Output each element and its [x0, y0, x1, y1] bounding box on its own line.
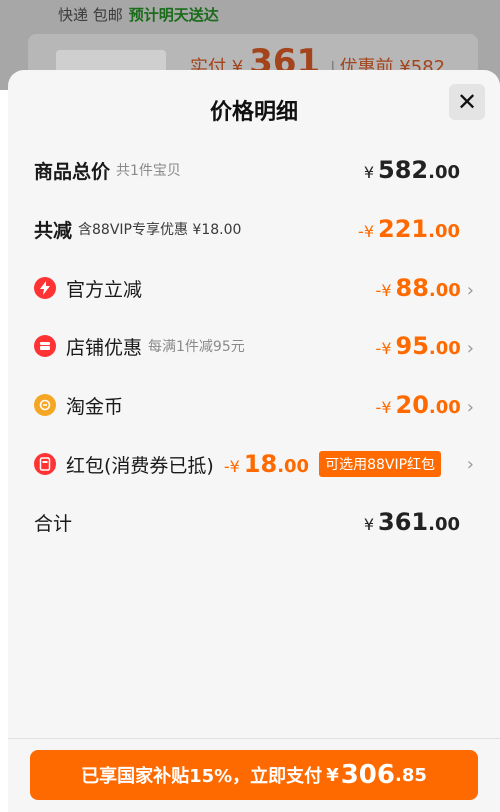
row-shop-discount[interactable]: 店铺优惠 每满1件减95元 -¥ 95.00 ›: [34, 326, 474, 366]
total-reduction-amount: -¥ 221.00: [358, 215, 460, 243]
chevron-right-icon: ›: [466, 338, 474, 359]
shop-discount-label: 店铺优惠: [66, 336, 143, 359]
close-button[interactable]: ✕: [449, 84, 485, 120]
chevron-right-icon: ›: [466, 397, 474, 418]
row-sum: 合计 ¥361.00: [34, 502, 474, 542]
sheet-title: 价格明细: [209, 100, 298, 125]
sum-amount: ¥361.00: [363, 508, 460, 536]
sum-label: 合计: [34, 512, 73, 535]
pay-currency: ¥: [326, 764, 339, 786]
vip-discount-note: 含88VIP专享优惠 ¥18.00: [78, 222, 242, 238]
official-discount-amount: -¥ 88.00 ›: [375, 274, 474, 302]
total-price-amount: ¥582.00: [363, 156, 460, 184]
red-packet-icon: [34, 453, 56, 475]
chevron-right-icon: ›: [466, 453, 474, 475]
close-icon: ✕: [456, 88, 478, 116]
taobao-coin-label: 淘金币: [66, 395, 124, 418]
official-discount-label: 官方立减: [66, 278, 143, 301]
delivery-eta: 预计明天送达: [128, 6, 219, 24]
taobao-coin-amount: -¥ 20.00 ›: [375, 391, 474, 419]
shop-discount-amount: -¥ 95.00 ›: [375, 332, 474, 360]
coin-icon: [34, 394, 56, 416]
shop-icon: [34, 335, 56, 357]
pay-amount-dec: .85: [395, 764, 427, 786]
footer-divider: [8, 738, 500, 739]
lightning-icon: [34, 277, 56, 299]
item-count: 共1件宝贝: [116, 163, 181, 179]
shop-discount-rule: 每满1件减95元: [148, 339, 245, 355]
vip-red-packet-tag[interactable]: 可选用88VIP红包: [319, 451, 442, 477]
red-packet-chevron: ›: [461, 454, 474, 475]
chevron-right-icon: ›: [466, 280, 474, 301]
total-reduction-label: 共减: [34, 219, 73, 242]
total-price-label: 商品总价: [34, 160, 111, 183]
row-official-discount[interactable]: 官方立减 -¥ 88.00 ›: [34, 268, 474, 308]
delivery-info: 快递 包邮 预计明天送达: [58, 4, 219, 25]
pay-now-button[interactable]: 已享国家补贴15%，立即支付 ¥306.85: [30, 750, 478, 800]
pay-button-text: 已享国家补贴15%，立即支付: [81, 766, 323, 787]
row-total-price: 商品总价 共1件宝贝 ¥582.00: [34, 150, 474, 190]
price-detail-sheet: 价格明细 ✕ 商品总价 共1件宝贝 ¥582.00 共减 含88VIP专享优惠 …: [8, 70, 500, 812]
row-red-packet[interactable]: 红包(消费券已抵) -¥ 18.00 可选用88VIP红包 ›: [34, 444, 474, 484]
row-total-reduction: 共减 含88VIP专享优惠 ¥18.00 -¥ 221.00: [34, 209, 474, 249]
red-packet-label: 红包(消费券已抵): [66, 454, 214, 477]
row-taobao-coin[interactable]: 淘金币 -¥ 20.00 ›: [34, 385, 474, 425]
delivery-prefix: 快递 包邮: [58, 6, 123, 24]
pay-amount-int: 306: [340, 760, 395, 790]
red-packet-amount: -¥ 18.00: [223, 450, 310, 478]
